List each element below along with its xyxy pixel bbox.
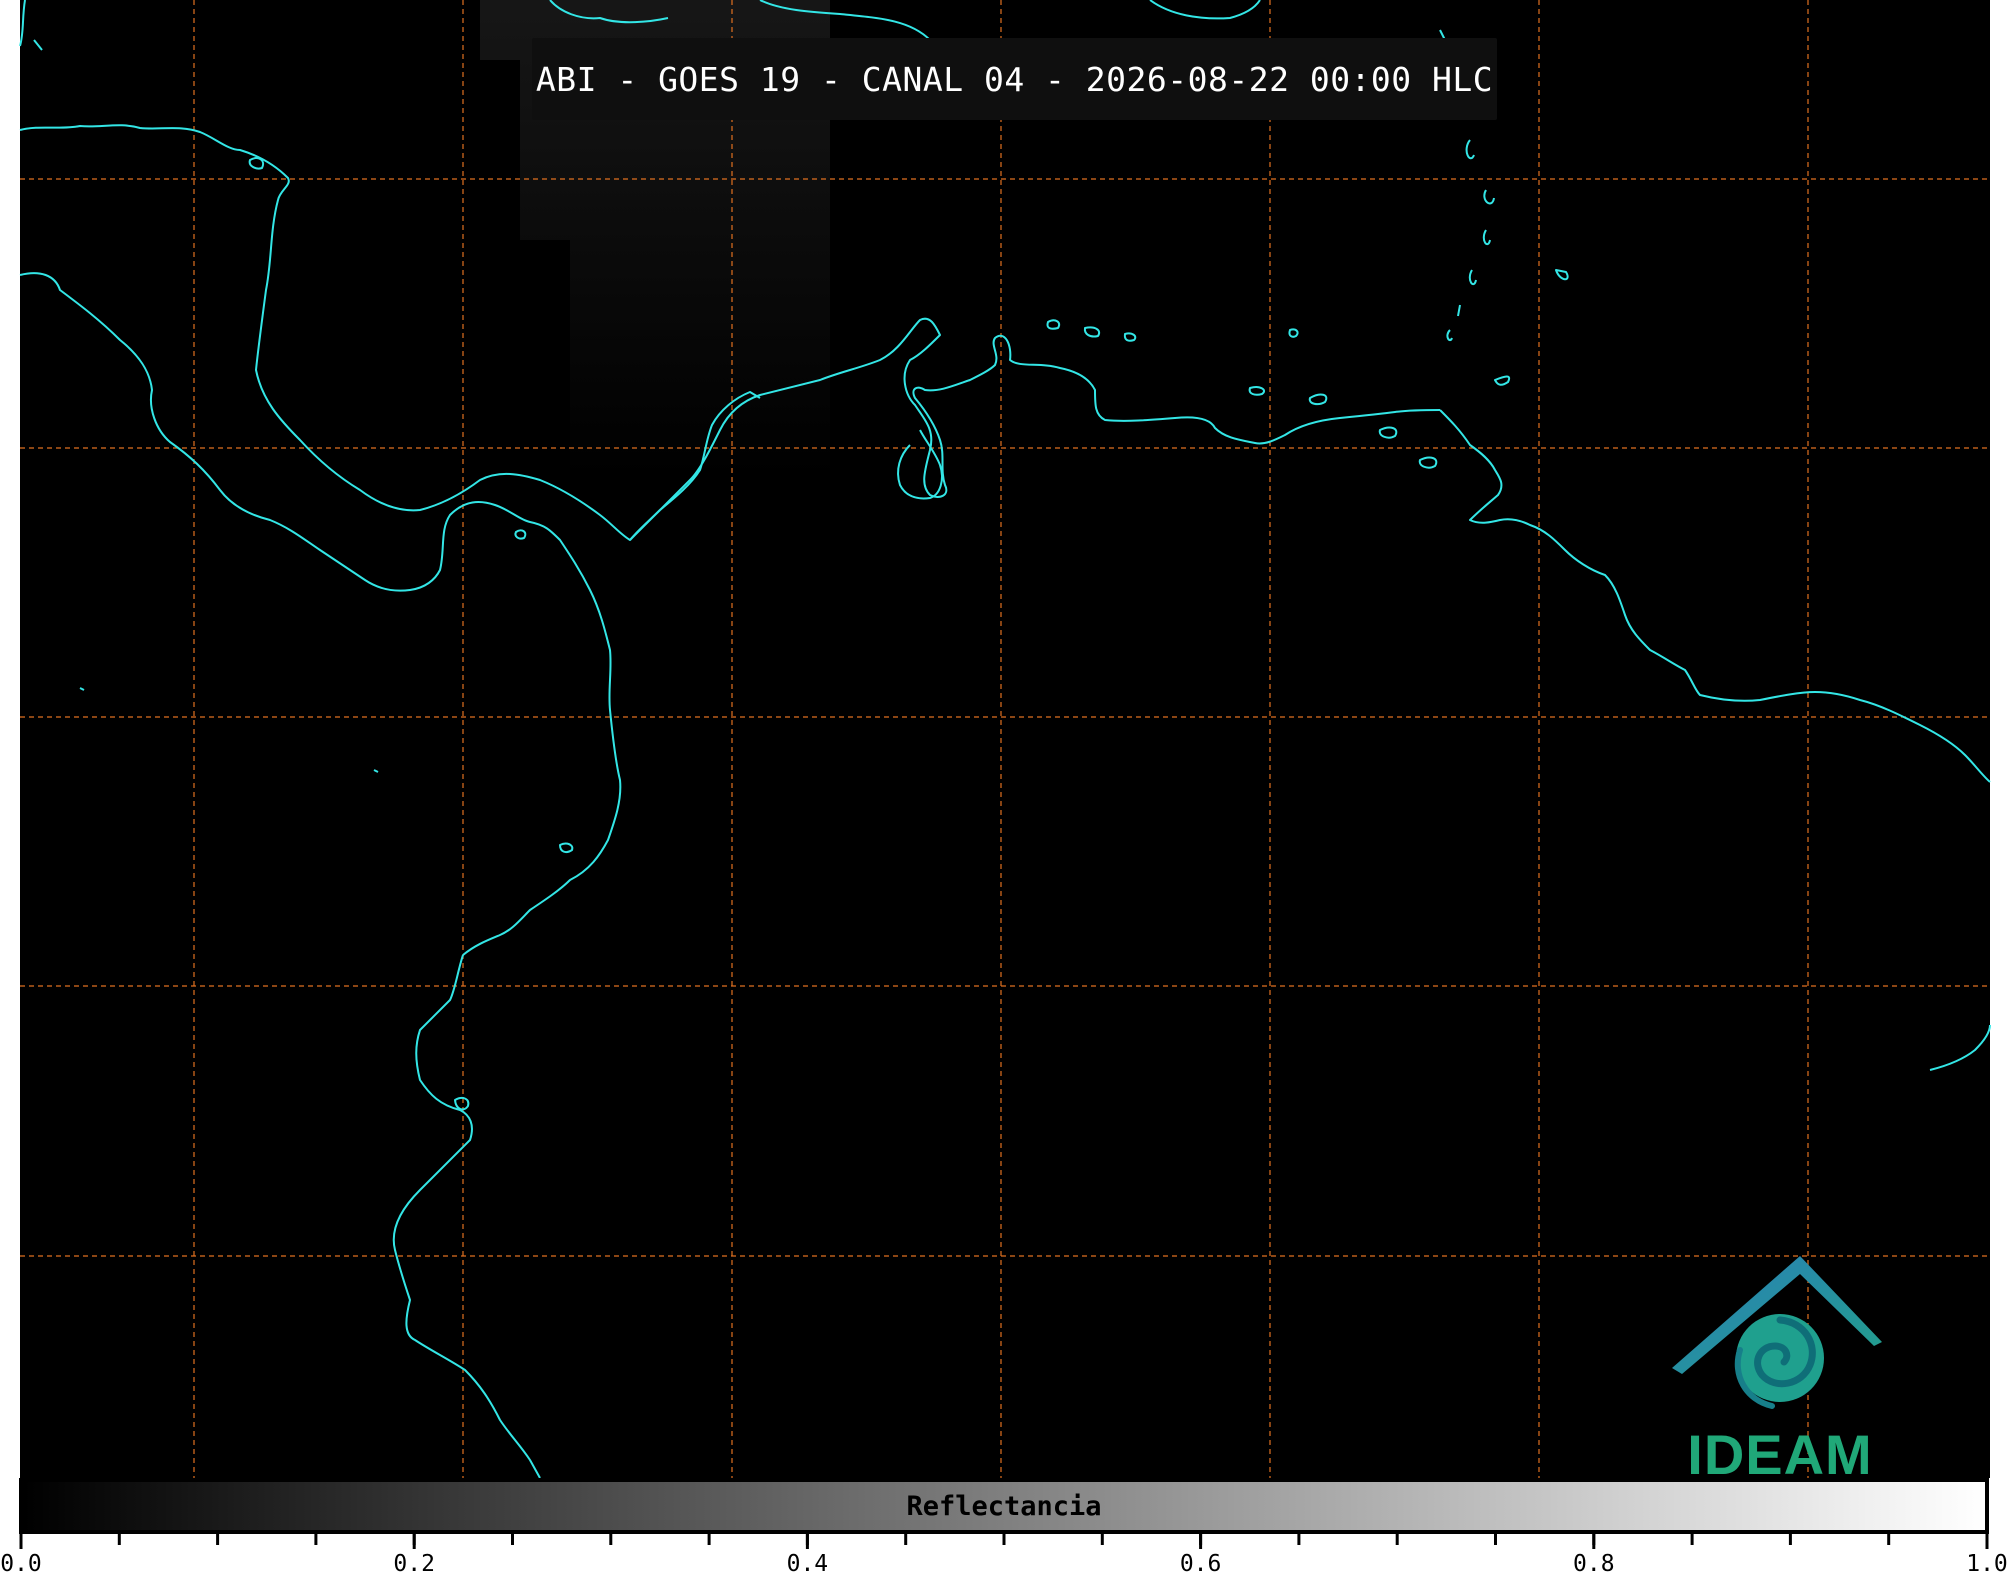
colorbar-tick-label: 0.8: [1573, 1551, 1615, 1577]
colorbar-tick-label: 1.0: [1966, 1551, 2008, 1577]
colorbar-tick-label: 0.0: [0, 1551, 42, 1577]
colorbar-ticks: [19, 1534, 1989, 1549]
colorbar-tick-label: 0.6: [1179, 1551, 1222, 1577]
colorbar-tick-label: 0.2: [393, 1551, 435, 1577]
colorbar-tick-label: 0.4: [786, 1551, 829, 1577]
